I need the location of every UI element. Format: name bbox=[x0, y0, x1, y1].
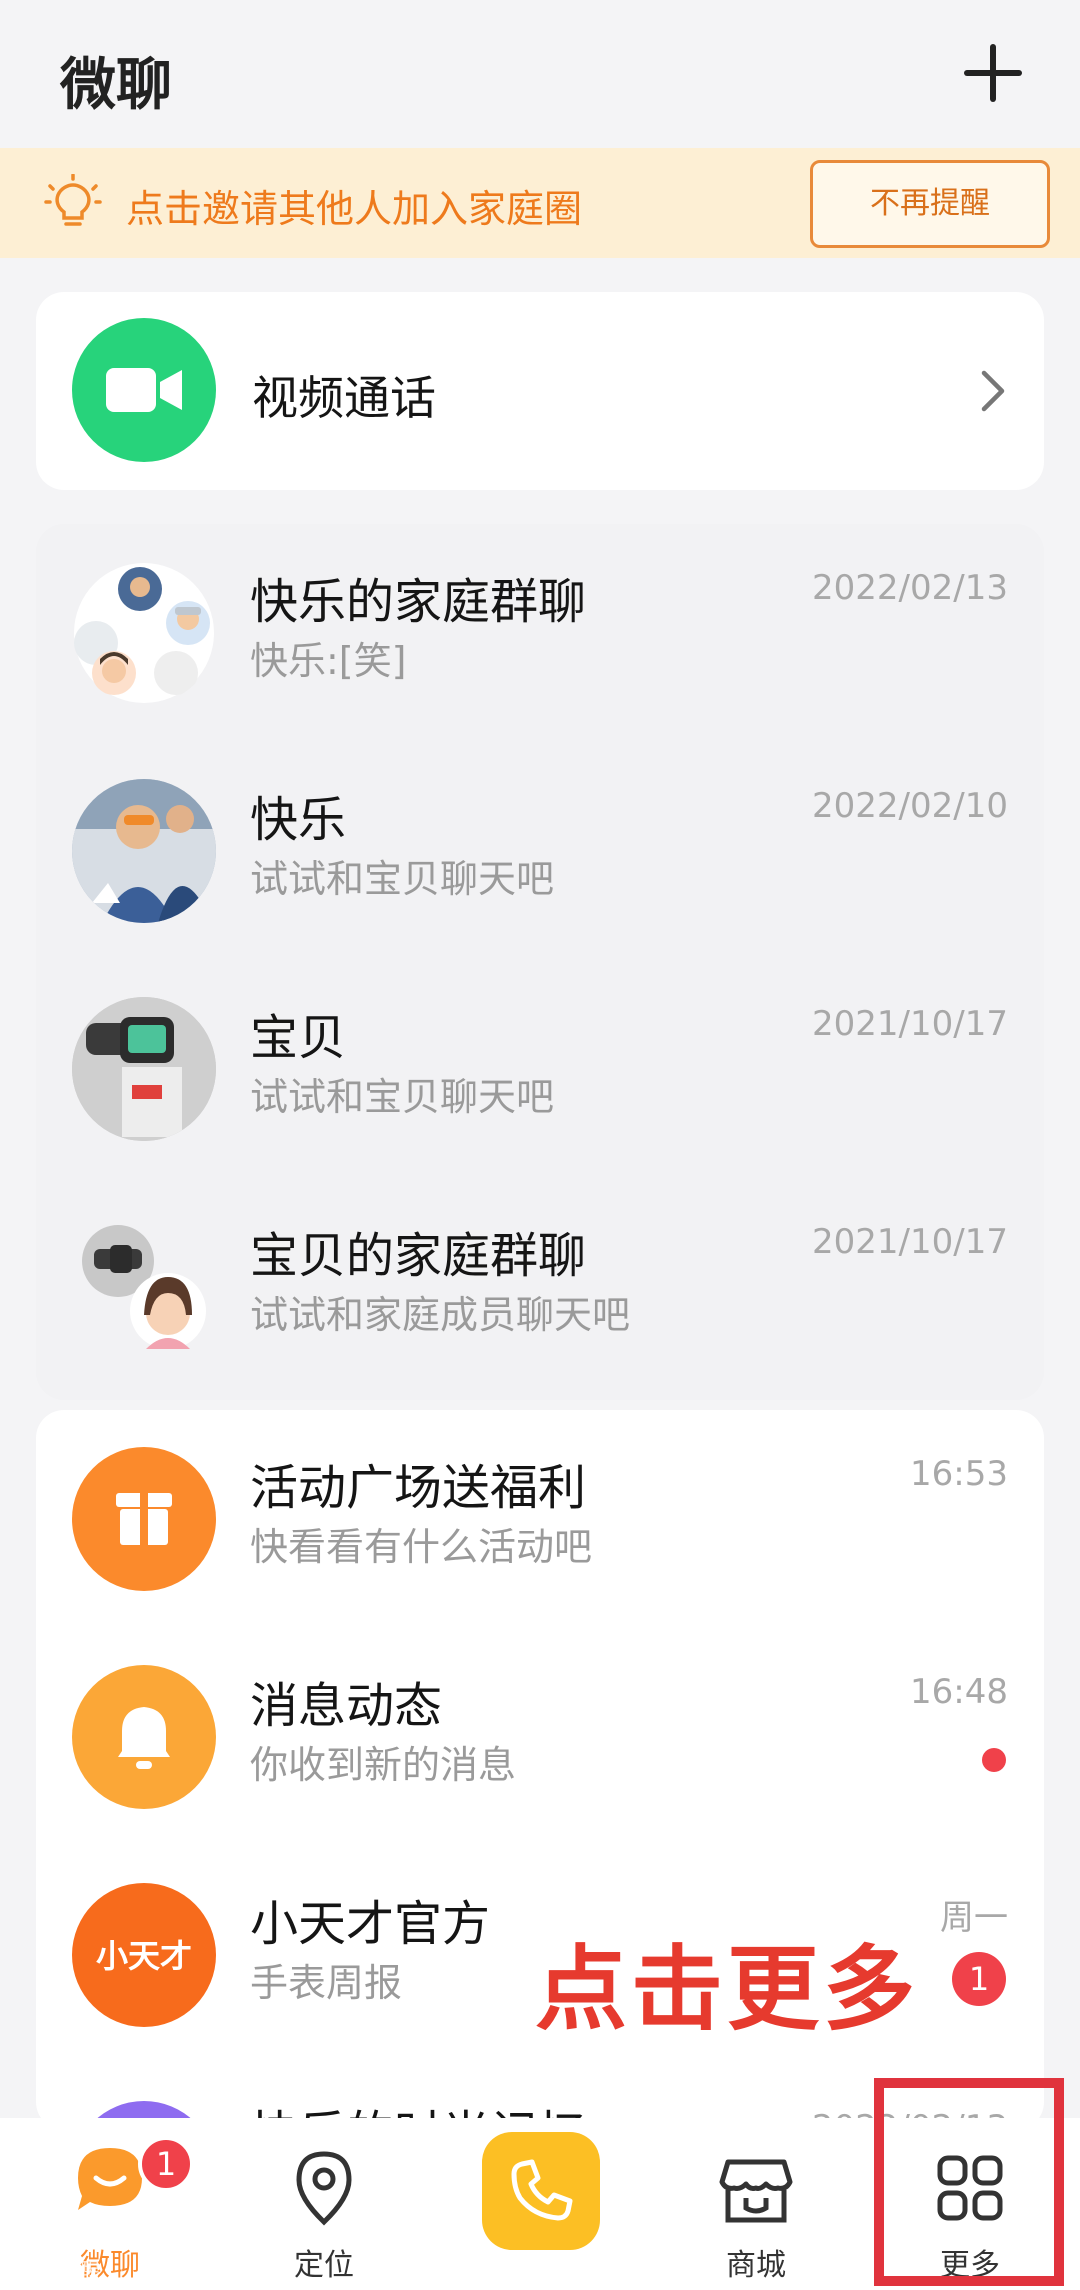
chat-row-baobei[interactable]: 宝贝 试试和宝贝聊天吧 2021/10/17 bbox=[36, 960, 1044, 1178]
group-avatar bbox=[72, 561, 216, 705]
chat-row-happy-family-group[interactable]: 快乐的家庭群聊 快乐:[笑] 2022/02/13 bbox=[36, 524, 1044, 742]
chat-preview: 试试和家庭成员聊天吧 bbox=[250, 1293, 631, 1337]
brand-logo-icon: 小天才 bbox=[72, 1883, 216, 2027]
chat-preview: 快乐:[笑] bbox=[250, 639, 407, 683]
watermark: 大风提醒 bbox=[12, 2260, 101, 2285]
top-bar: 微聊 bbox=[0, 0, 1080, 150]
chat-row-baobei-family-group[interactable]: 宝贝的家庭群聊 试试和家庭成员聊天吧 2021/10/17 bbox=[36, 1178, 1044, 1396]
service-time: 周一 bbox=[940, 1898, 1008, 1938]
group-avatar bbox=[72, 1215, 216, 1359]
tab-label: 商城 bbox=[726, 2248, 786, 2283]
service-preview: 手表周报 bbox=[250, 1961, 403, 2005]
chevron-right-icon bbox=[981, 370, 1005, 412]
service-preview: 你收到新的消息 bbox=[250, 1743, 517, 1787]
brand-logo-text: 小天才 bbox=[95, 1937, 192, 1975]
chat-time: 2022/02/13 bbox=[812, 568, 1008, 608]
location-pin-icon bbox=[296, 2151, 352, 2226]
service-time: 16:48 bbox=[910, 1672, 1008, 1712]
unread-dot bbox=[982, 1748, 1006, 1772]
chat-row-kuaile[interactable]: 快乐 试试和宝贝聊天吧 2022/02/10 bbox=[36, 742, 1044, 960]
invite-text[interactable]: 点击邀请其他人加入家庭圈 bbox=[126, 178, 582, 233]
page-title: 微聊 bbox=[60, 53, 172, 118]
user-avatar-photo bbox=[72, 779, 216, 923]
chat-name: 宝贝 bbox=[250, 1010, 347, 1066]
bell-icon bbox=[72, 1665, 216, 1809]
service-row-activity[interactable]: 活动广场送福利 快看看有什么活动吧 16:53 bbox=[36, 1410, 1044, 1628]
lightbulb-icon bbox=[44, 174, 102, 226]
tab-label: 定位 bbox=[294, 2248, 354, 2283]
tab-location[interactable]: 定位 bbox=[224, 2118, 424, 2290]
video-call-card[interactable]: 视频通话 bbox=[36, 292, 1044, 490]
chat-preview: 试试和宝贝聊天吧 bbox=[250, 857, 555, 901]
unread-badge: 1 bbox=[952, 1952, 1006, 2006]
service-time: 16:53 bbox=[910, 1454, 1008, 1494]
chat-time: 2022/02/10 bbox=[812, 786, 1008, 826]
dismiss-button[interactable]: 不再提醒 bbox=[810, 160, 1050, 248]
annotation-text: 点击更多 bbox=[535, 1936, 920, 2043]
add-icon[interactable] bbox=[960, 40, 1026, 106]
chat-preview: 试试和宝贝聊天吧 bbox=[250, 1075, 555, 1119]
chat-bubble-icon bbox=[78, 2148, 142, 2210]
invite-banner[interactable]: 点击邀请其他人加入家庭圈 不再提醒 bbox=[0, 148, 1080, 258]
video-call-label: 视频通话 bbox=[252, 371, 436, 425]
service-name: 小天才官方 bbox=[250, 1896, 491, 1952]
chat-name: 快乐 bbox=[250, 792, 347, 848]
chat-name: 宝贝的家庭群聊 bbox=[250, 1228, 587, 1284]
service-name: 消息动态 bbox=[250, 1678, 443, 1734]
annotation-highlight-box bbox=[874, 2078, 1064, 2286]
chat-time: 2021/10/17 bbox=[812, 1004, 1008, 1044]
shop-icon bbox=[719, 2159, 793, 2223]
gift-icon bbox=[72, 1447, 216, 1591]
video-call-icon bbox=[72, 318, 216, 462]
call-button[interactable] bbox=[482, 2132, 600, 2250]
tab-mall[interactable]: 商城 bbox=[656, 2118, 856, 2290]
watch-avatar-photo bbox=[72, 997, 216, 1141]
chat-tab-badge: 1 bbox=[138, 2136, 194, 2192]
service-preview: 快看看有什么活动吧 bbox=[250, 1525, 593, 1569]
phone-icon bbox=[511, 2159, 573, 2221]
chat-list-card: 快乐的家庭群聊 快乐:[笑] 2022/02/13 快乐 试试和宝贝聊天吧 20… bbox=[36, 524, 1044, 1400]
service-name: 活动广场送福利 bbox=[250, 1460, 587, 1516]
chat-time: 2021/10/17 bbox=[812, 1222, 1008, 1262]
service-row-messages[interactable]: 消息动态 你收到新的消息 16:48 bbox=[36, 1628, 1044, 1846]
chat-name: 快乐的家庭群聊 bbox=[250, 574, 587, 630]
